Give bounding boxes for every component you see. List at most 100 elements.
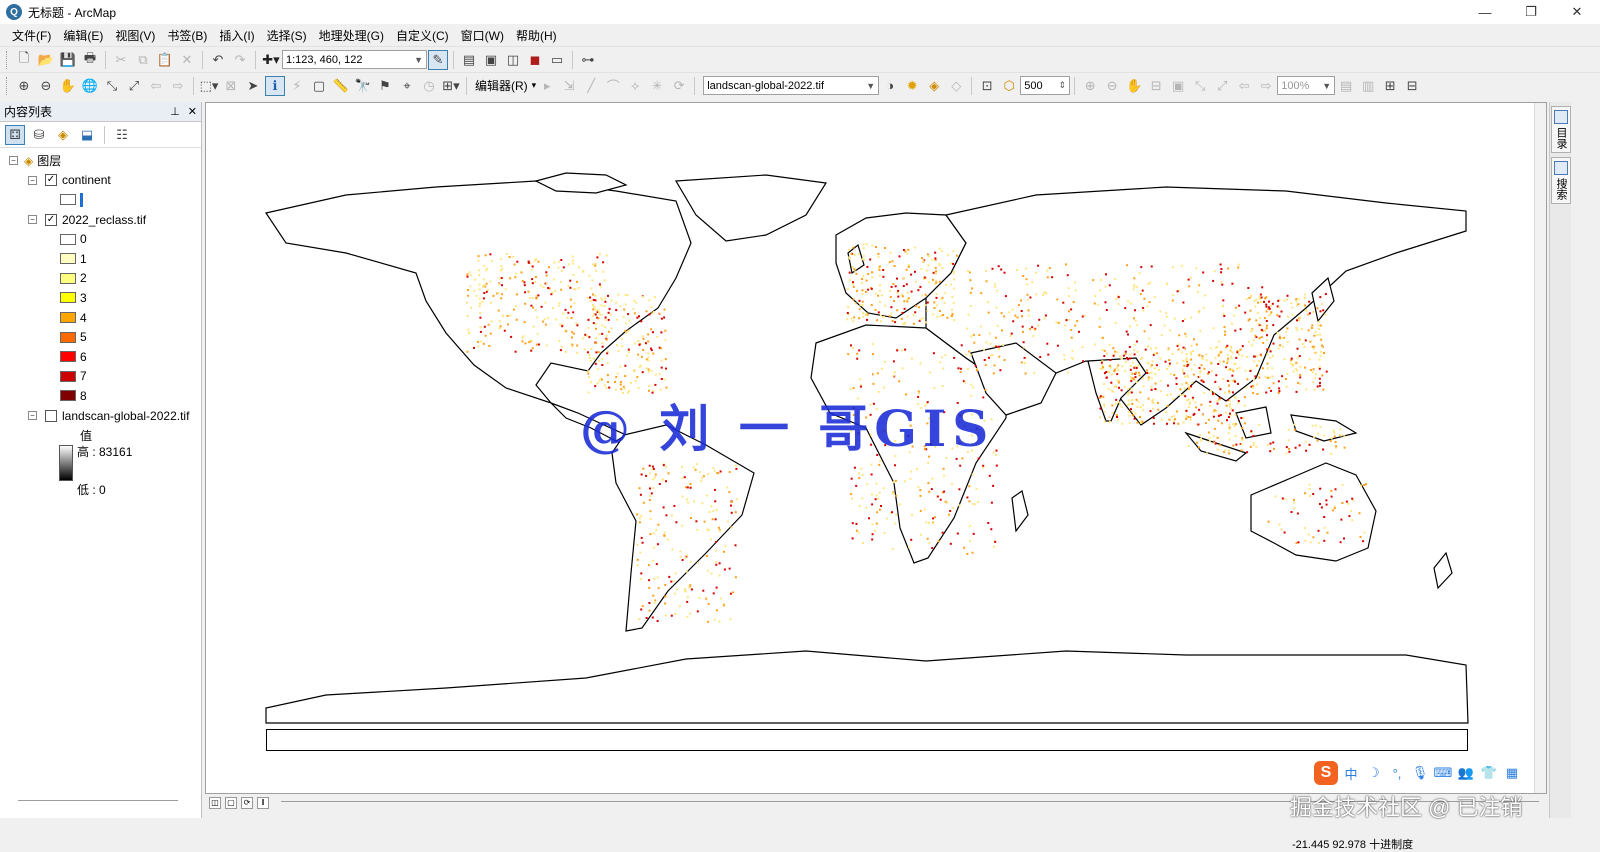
toolbar-grip[interactable] [6, 50, 9, 69]
menu-windows[interactable]: 窗口(W) [455, 27, 510, 44]
layout-pan-icon[interactable]: ✋ [1124, 76, 1144, 96]
menu-help[interactable]: 帮助(H) [510, 27, 563, 44]
menu-selection[interactable]: 选择(S) [261, 27, 313, 44]
class-color-swatch[interactable] [60, 253, 76, 265]
menu-customize[interactable]: 自定义(C) [390, 27, 455, 44]
menu-bookmarks[interactable]: 书签(B) [161, 27, 213, 44]
reclass-class-row[interactable]: 4 [0, 308, 201, 328]
collapse-icon[interactable]: − [28, 411, 37, 421]
menu-file[interactable]: 文件(F) [6, 27, 57, 44]
list-by-source-icon[interactable]: ⛁ [29, 125, 49, 145]
hyperlink-icon[interactable]: ⚡ [287, 76, 307, 96]
model-builder-icon[interactable]: ⊶ [578, 50, 598, 70]
close-window-button[interactable]: ✕ [1554, 0, 1600, 24]
trace-icon[interactable]: ⌒ [603, 76, 623, 96]
select-features-icon[interactable]: ⬚▾ [199, 76, 219, 96]
new-document-icon[interactable]: 🗋 [14, 50, 34, 70]
layer-visibility-checkbox[interactable]: ✓ [45, 174, 57, 187]
viewer-window-icon[interactable]: ⊞▾ [441, 76, 461, 96]
editor-toolbar-icon[interactable]: ✎ [428, 49, 448, 70]
search-tab[interactable]: 搜索 [1551, 157, 1571, 204]
half-width-icon[interactable]: ☽ [1364, 763, 1384, 783]
collapse-icon[interactable]: − [28, 175, 37, 185]
go-to-xy-icon[interactable]: ⌖ [397, 76, 417, 96]
resample-icon[interactable]: ⬡ [999, 76, 1019, 96]
edit-vertices-icon[interactable]: ⟡ [625, 76, 645, 96]
change-layout-icon[interactable]: ⊞ [1380, 76, 1400, 96]
menu-insert[interactable]: 插入(I) [213, 27, 260, 44]
zoom-whole-page-icon[interactable]: ⊟ [1146, 76, 1166, 96]
straight-segment-icon[interactable]: ╱ [581, 76, 601, 96]
maximize-button[interactable]: ❐ [1508, 0, 1554, 24]
zoom-percent-combo[interactable]: 100% ▼ [1277, 76, 1336, 95]
brightness-icon[interactable]: ✹ [902, 76, 922, 96]
table-window-icon[interactable]: ▤ [459, 50, 479, 70]
reclass-class-row[interactable]: 8 [0, 386, 201, 406]
effects-icon[interactable]: ◇ [946, 76, 966, 96]
find-icon[interactable]: 🔭 [353, 76, 373, 96]
python-window-icon[interactable]: ▭ [547, 50, 567, 70]
class-color-swatch[interactable] [60, 390, 76, 402]
open-folder-icon[interactable]: 📂 [36, 50, 56, 70]
split-icon[interactable]: ✳ [647, 76, 667, 96]
layout-zoom-in-icon[interactable]: ⊕ [1080, 76, 1100, 96]
zoom-100-icon[interactable]: ▣ [1168, 76, 1188, 96]
redo-icon[interactable]: ↷ [230, 50, 250, 70]
polygon-symbol-swatch[interactable] [60, 194, 76, 206]
rotate-icon[interactable]: ⟳ [669, 76, 689, 96]
fixed-zoom-out-icon[interactable]: ⤢ [124, 76, 144, 96]
resolution-input[interactable]: 500 ⇕ [1020, 76, 1071, 95]
class-color-swatch[interactable] [60, 370, 76, 382]
layer-row-reclass[interactable]: − ✓ 2022_reclass.tif [0, 210, 201, 230]
delete-icon[interactable]: ✕ [177, 50, 197, 70]
layers-root-row[interactable]: − ◈ 图层 [0, 151, 201, 171]
pause-drawing-icon[interactable]: ‖ [257, 797, 269, 809]
class-color-swatch[interactable] [60, 312, 76, 324]
map-display[interactable]: @ 刘 一 哥GIS [205, 102, 1547, 794]
toolbar-grip[interactable] [6, 76, 9, 95]
pin-icon[interactable]: ⊥ [170, 105, 180, 118]
list-by-selection-icon[interactable]: ⬓ [77, 125, 97, 145]
toggle-draft-icon[interactable]: ▤ [1336, 76, 1356, 96]
zoom-out-icon[interactable]: ⊖ [36, 76, 56, 96]
full-extent-icon[interactable]: 🌐 [80, 76, 100, 96]
editor-menu[interactable]: 编辑器(R) [471, 77, 532, 94]
contrast-icon[interactable]: ◑ [880, 76, 900, 96]
select-elements-icon[interactable]: ➤ [243, 76, 263, 96]
continent-symbol-row[interactable] [0, 190, 201, 210]
refresh-icon[interactable]: ⟳ [241, 797, 253, 809]
clear-selection-icon[interactable]: ⊠ [221, 76, 241, 96]
ime-language[interactable]: 中 [1341, 763, 1361, 783]
layout-view-button[interactable]: ▢ [225, 797, 237, 809]
stretch-color-ramp[interactable] [59, 444, 73, 481]
toc-close-button[interactable]: ✕ [188, 105, 197, 118]
layout-zoom-out-icon[interactable]: ⊖ [1102, 76, 1122, 96]
menu-edit[interactable]: 编辑(E) [57, 27, 109, 44]
microphone-icon[interactable]: 🎙 [1410, 763, 1430, 783]
fixed-zoom-in-page-icon[interactable]: ⤡ [1190, 76, 1210, 96]
cut-icon[interactable]: ✂ [111, 50, 131, 70]
class-color-swatch[interactable] [60, 272, 76, 284]
layer-select-combo[interactable]: landscan-global-2022.tif ▼ [703, 76, 880, 95]
layer-visibility-checkbox[interactable] [45, 409, 57, 422]
catalog-window-icon[interactable]: ▣ [481, 50, 501, 70]
list-by-visibility-icon[interactable]: ◈ [53, 125, 73, 145]
edit-tool-icon[interactable]: ▸ [537, 76, 557, 96]
list-by-drawing-order-icon[interactable]: ⚃ [5, 124, 25, 145]
user-icon[interactable]: 👥 [1456, 763, 1476, 783]
sogou-logo-icon[interactable]: S [1314, 761, 1338, 785]
print-icon[interactable]: 🖶 [80, 50, 100, 70]
prev-page-extent-icon[interactable]: ⇦ [1234, 76, 1254, 96]
catalog-tab[interactable]: 目录 [1551, 106, 1571, 153]
edit-annotation-icon[interactable]: ⇲ [559, 76, 579, 96]
skin-icon[interactable]: 👕 [1479, 763, 1499, 783]
transparency-icon[interactable]: ◈ [924, 76, 944, 96]
next-page-extent-icon[interactable]: ⇨ [1256, 76, 1276, 96]
layer-visibility-checkbox[interactable]: ✓ [45, 213, 57, 226]
class-color-swatch[interactable] [60, 351, 76, 363]
html-popup-icon[interactable]: ▢ [309, 76, 329, 96]
map-vertical-scrollbar[interactable] [1534, 103, 1546, 793]
toc-options-icon[interactable]: ☷ [112, 125, 132, 145]
measure-icon[interactable]: 📏 [331, 76, 351, 96]
toc-horizontal-scrollbar[interactable] [18, 800, 178, 804]
